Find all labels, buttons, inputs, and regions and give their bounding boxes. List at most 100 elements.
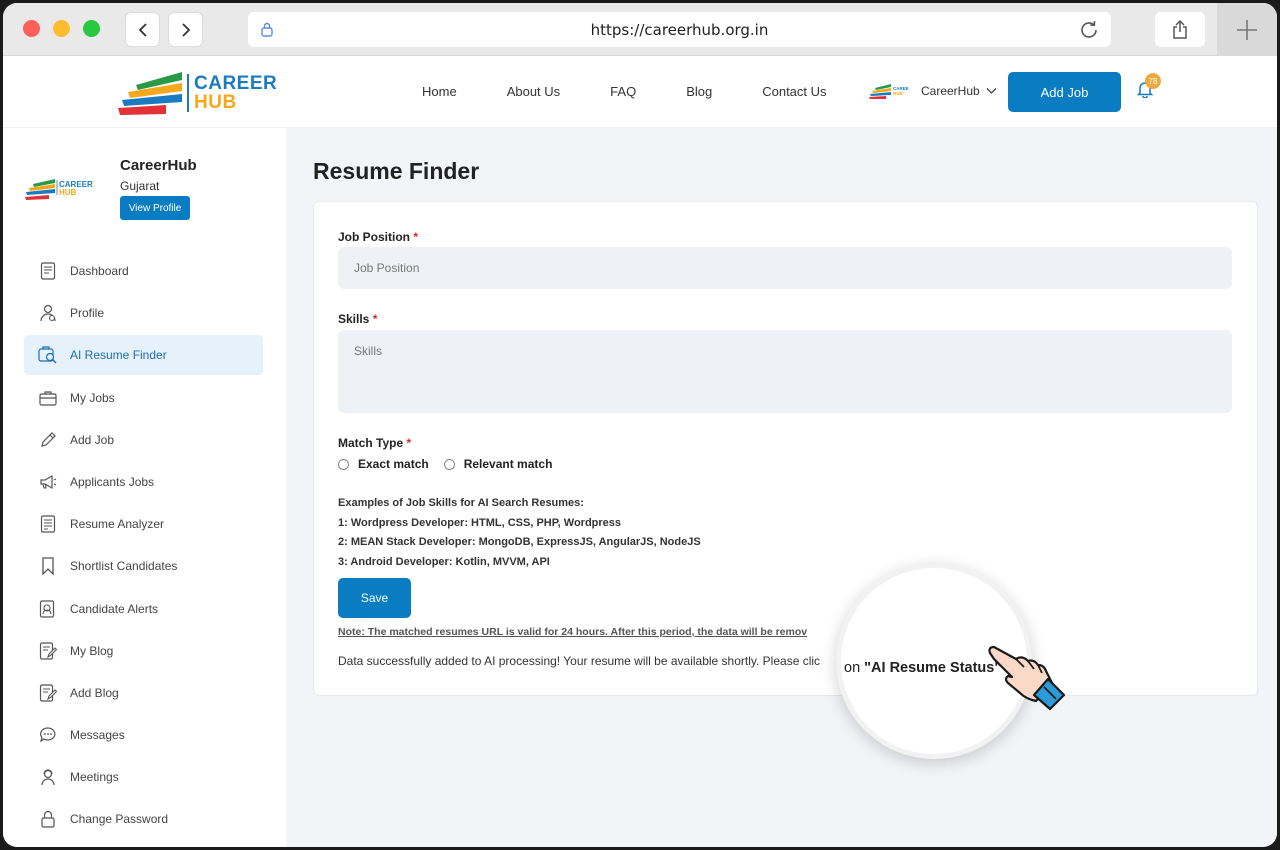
lock-icon (38, 809, 58, 829)
minimize-window-button[interactable] (53, 20, 70, 37)
user-menu[interactable]: CAREER HUB CareerHub (869, 83, 997, 99)
job-position-label: Job Position * (338, 230, 418, 244)
share-icon (1173, 19, 1187, 39)
main-navigation: Home About Us FAQ Blog Contact Us (422, 84, 877, 99)
sidebar-item-dashboard[interactable]: Dashboard (24, 251, 263, 291)
pencil-icon (38, 430, 58, 450)
example-line: 2: MEAN Stack Developer: MongoDB, Expres… (338, 536, 701, 549)
ai-resume-finder-icon (38, 345, 58, 365)
sidebar-item-label: Change Password (70, 812, 169, 827)
relevant-match-radio[interactable] (443, 458, 455, 470)
back-button[interactable] (125, 12, 160, 47)
magnified-prefix: on (844, 660, 865, 676)
site-header: CAREER HUB Home About Us FAQ Blog Contac… (3, 56, 1277, 128)
sidebar-menu: Dashboard Profile AI Resume Finder My Jo… (24, 251, 263, 842)
browser-window: https://careerhub.org.in CAREER HUB Home (3, 3, 1277, 847)
svg-text:HUB: HUB (893, 91, 903, 96)
reload-icon[interactable] (1077, 18, 1101, 42)
nav-faq[interactable]: FAQ (610, 84, 636, 99)
new-tab-button[interactable] (1217, 3, 1277, 56)
sidebar-item-label: Dashboard (70, 264, 129, 278)
sidebar-item-profile[interactable]: Profile (24, 293, 263, 333)
bookmark-icon (38, 556, 58, 576)
profile-location: Gujarat (120, 179, 160, 193)
view-profile-button[interactable]: View Profile (120, 196, 190, 220)
chevron-left-icon (138, 22, 147, 37)
sidebar-item-my-blog[interactable]: My Blog (24, 631, 263, 671)
chat-icon (38, 725, 58, 745)
skills-label-text: Skills (338, 312, 370, 326)
sidebar-item-resume-analyzer[interactable]: Resume Analyzer (24, 504, 263, 544)
sidebar-item-add-blog[interactable]: Add Blog (24, 673, 263, 713)
save-button[interactable]: Save (338, 578, 411, 618)
forward-button[interactable] (168, 12, 203, 47)
nav-about-us[interactable]: About Us (507, 84, 560, 99)
exact-match-radio[interactable] (338, 458, 349, 470)
example-line: 3: Android Developer: Kotlin, MVVM, API (338, 556, 550, 569)
sidebar-item-label: My Blog (70, 643, 114, 658)
document-icon (38, 514, 58, 534)
share-button[interactable] (1155, 12, 1205, 47)
skills-label: Skills * (338, 312, 377, 326)
profile-card: CAREER HUB CareerHub Gujarat View Profil… (25, 155, 275, 225)
nav-blog[interactable]: Blog (686, 84, 712, 99)
user-name: CareerHub (921, 84, 980, 98)
plus-icon (1237, 19, 1257, 40)
sidebar: CAREER HUB CareerHub Gujarat View Profil… (3, 128, 286, 847)
required-mark: * (372, 312, 378, 326)
profile-name: CareerHub (120, 157, 197, 174)
svg-text:HUB: HUB (59, 188, 77, 197)
sidebar-item-my-jobs[interactable]: My Jobs (24, 378, 263, 418)
nav-contact-us[interactable]: Contact Us (762, 84, 826, 99)
browser-toolbar: https://careerhub.org.in (3, 3, 1277, 56)
sidebar-item-add-job[interactable]: Add Job (24, 420, 263, 460)
sidebar-item-ai-resume-finder[interactable]: AI Resume Finder (24, 335, 263, 376)
nav-home[interactable]: Home (422, 84, 457, 99)
close-window-button[interactable] (23, 20, 40, 37)
success-message: Data successfully added to AI processing… (338, 654, 821, 668)
job-position-label-text: Job Position (338, 230, 410, 244)
sidebar-item-label: Messages (70, 728, 125, 743)
sidebar-item-label: Meetings (70, 770, 119, 785)
meeting-icon (38, 767, 58, 787)
sidebar-item-applicants-jobs[interactable]: Applicants Jobs (24, 462, 263, 502)
dashboard-icon (38, 261, 58, 281)
page-title: Resume Finder (313, 158, 480, 184)
sidebar-item-meetings[interactable]: Meetings (24, 757, 263, 797)
sidebar-item-label: AI Resume Finder (70, 348, 167, 363)
address-bar[interactable]: https://careerhub.org.in (248, 12, 1111, 47)
resume-finder-form: Job Position * Job Position Skills * Ski… (313, 201, 1258, 696)
match-type-options: Exact match Relevant match (338, 457, 552, 471)
add-blog-icon (38, 683, 58, 703)
add-job-button[interactable]: Add Job (1008, 72, 1121, 112)
notification-badge: 78 (1145, 73, 1161, 89)
ai-resume-status-link[interactable]: "AI Resume Status" (864, 660, 1001, 676)
exact-match-label[interactable]: Exact match (358, 457, 429, 471)
examples-title: Examples of Job Skills for AI Search Res… (338, 497, 584, 509)
relevant-match-label[interactable]: Relevant match (464, 457, 553, 471)
alert-icon (38, 599, 58, 619)
required-mark: * (406, 436, 412, 450)
sidebar-item-label: Applicants Jobs (70, 474, 155, 489)
skills-textarea[interactable]: Skills (338, 330, 1232, 413)
job-position-input[interactable]: Job Position (338, 247, 1232, 289)
megaphone-icon (38, 472, 58, 492)
validity-note: Note: The matched resumes URL is valid f… (338, 626, 808, 638)
sidebar-item-label: Resume Analyzer (70, 517, 165, 532)
logo-text: CAREER HUB (187, 74, 277, 112)
url-text: https://careerhub.org.in (590, 20, 769, 39)
chevron-down-icon (986, 88, 997, 94)
sidebar-item-messages[interactable]: Messages (24, 715, 263, 755)
sidebar-item-change-password[interactable]: Change Password (24, 799, 263, 839)
sidebar-item-label: Add Job (70, 432, 115, 447)
sidebar-item-shortlist-candidates[interactable]: Shortlist Candidates (24, 546, 263, 586)
maximize-window-button[interactable] (83, 20, 100, 37)
required-mark: * (413, 230, 419, 244)
profile-icon (38, 303, 58, 323)
sidebar-item-label: Candidate Alerts (70, 601, 159, 616)
example-line: 1: Wordpress Developer: HTML, CSS, PHP, … (338, 516, 622, 529)
site-logo[interactable]: CAREER HUB (118, 69, 277, 117)
sidebar-item-candidate-alerts[interactable]: Candidate Alerts (24, 589, 263, 629)
magnified-text: on "AI Resume Status" (844, 660, 1001, 676)
logo-line-1: CAREER (194, 73, 278, 94)
